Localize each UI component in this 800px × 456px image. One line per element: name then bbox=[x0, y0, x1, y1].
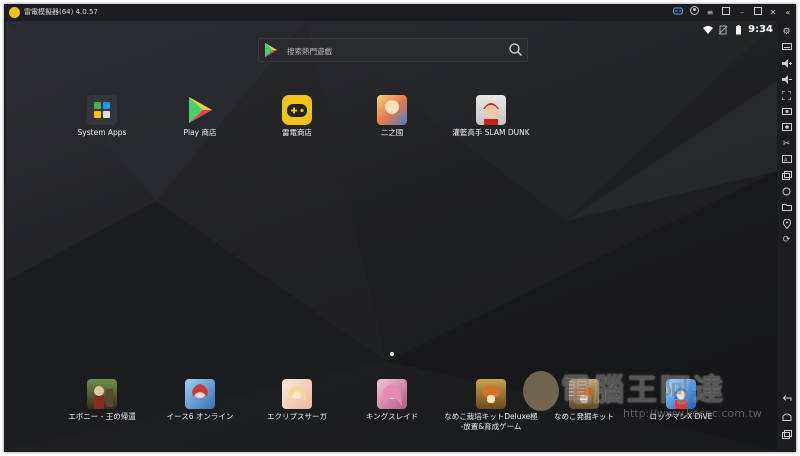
slam-dunk-icon bbox=[476, 95, 506, 125]
kings-raid-icon bbox=[377, 379, 407, 409]
emulator-window: 雷電模擬器(64) 4.0.57 ≡ – ✕ « 9:34 搜索熱門遊戲 Sys… bbox=[4, 4, 796, 452]
folder-icon[interactable] bbox=[780, 202, 793, 214]
account-icon[interactable] bbox=[688, 6, 700, 19]
app-slam-dunk[interactable]: 灌籃高手 SLAM DUNK bbox=[443, 95, 539, 138]
app-ebony[interactable]: エボニー - 王の帰還 bbox=[57, 379, 147, 422]
app-system-apps[interactable]: System Apps bbox=[57, 95, 147, 138]
menu-icon[interactable]: ≡ bbox=[704, 6, 716, 19]
mascot-face-icon bbox=[523, 371, 559, 411]
ni-no-kuni-icon bbox=[377, 95, 407, 125]
svg-text:A: A bbox=[784, 158, 788, 164]
home-icon[interactable] bbox=[780, 411, 793, 423]
recent-apps-icon[interactable] bbox=[780, 429, 793, 441]
volume-down-icon[interactable] bbox=[780, 74, 793, 86]
eclipse-saga-icon bbox=[282, 379, 312, 409]
app-ys6-online[interactable]: イース6 オンライン bbox=[155, 379, 245, 422]
close-icon[interactable]: ✕ bbox=[767, 6, 779, 19]
shake-icon[interactable] bbox=[780, 186, 793, 198]
title-bar: 雷電模擬器(64) 4.0.57 ≡ – ✕ « bbox=[4, 4, 796, 21]
search-bar[interactable] bbox=[258, 38, 528, 63]
nameko-deluxe-icon bbox=[476, 379, 506, 409]
settings-icon[interactable]: ⚙ bbox=[780, 26, 793, 38]
fullscreen-icon[interactable] bbox=[780, 90, 793, 102]
no-sim-icon bbox=[718, 25, 728, 34]
wifi-icon bbox=[703, 25, 714, 34]
maximize-icon[interactable] bbox=[752, 6, 764, 19]
battery-icon bbox=[736, 24, 742, 34]
app-label: 二之國 bbox=[380, 128, 404, 137]
site-watermark: 電腦王阿達 http://www.kocpc.com.tw bbox=[521, 359, 771, 443]
ys6-online-icon bbox=[185, 379, 215, 409]
rotate-icon[interactable]: ⟳ bbox=[780, 234, 793, 246]
screenshot-icon[interactable] bbox=[780, 106, 793, 118]
record-icon[interactable] bbox=[780, 122, 793, 134]
app-kings-raid[interactable]: キングスレイド bbox=[347, 379, 437, 422]
app-ld-store[interactable]: 雷電商店 bbox=[252, 95, 342, 138]
apk-install-icon[interactable]: A bbox=[780, 154, 793, 166]
keyboard-icon[interactable] bbox=[780, 42, 793, 54]
play-store-icon bbox=[265, 43, 277, 57]
play-store-icon bbox=[185, 95, 215, 125]
ldplayer-logo-icon bbox=[9, 7, 20, 18]
app-ni-no-kuni[interactable]: 二之國 bbox=[347, 95, 437, 138]
emulator-sidebar: ⚙ ✂ A ⟳ bbox=[777, 21, 796, 452]
app-label: キングスレイド bbox=[365, 412, 419, 421]
app-label: エボニー - 王の帰還 bbox=[68, 412, 136, 421]
watermark-url: http://www.kocpc.com.tw bbox=[623, 407, 762, 420]
search-icon[interactable] bbox=[509, 43, 522, 56]
app-label: イース6 オンライン bbox=[166, 412, 234, 421]
restore-icon[interactable] bbox=[720, 6, 732, 19]
search-input[interactable] bbox=[285, 39, 489, 63]
back-icon[interactable] bbox=[780, 393, 793, 405]
multi-instance-icon[interactable] bbox=[780, 170, 793, 182]
app-label: System Apps bbox=[77, 128, 127, 137]
android-home-screen: 9:34 搜索熱門遊戲 System Apps Play 商店 雷電商店 二之國… bbox=[6, 21, 777, 450]
app-label: 灌籃高手 SLAM DUNK bbox=[452, 128, 530, 137]
status-bar: 9:34 bbox=[703, 24, 773, 35]
gamepad-icon[interactable] bbox=[672, 6, 684, 19]
app-play-store[interactable]: Play 商店 bbox=[155, 95, 245, 138]
system-apps-folder-icon bbox=[87, 95, 117, 125]
minimize-icon[interactable]: – bbox=[736, 6, 748, 19]
app-label: 雷電商店 bbox=[282, 128, 312, 137]
volume-up-icon[interactable] bbox=[780, 58, 793, 70]
app-label: エクリプスサーガ bbox=[267, 412, 327, 421]
page-indicator bbox=[390, 352, 394, 356]
scissors-icon[interactable]: ✂ bbox=[780, 138, 793, 150]
ldstore-gamepad-icon bbox=[282, 95, 312, 125]
window-title: 雷電模擬器(64) 4.0.57 bbox=[24, 8, 98, 16]
clock: 9:34 bbox=[748, 24, 773, 35]
location-icon[interactable] bbox=[780, 218, 793, 230]
ebony-icon bbox=[87, 379, 117, 409]
app-label: Play 商店 bbox=[183, 128, 217, 137]
collapse-icon[interactable]: « bbox=[782, 6, 794, 19]
app-eclipse-saga[interactable]: エクリプスサーガ bbox=[252, 379, 342, 422]
watermark-text: 電腦王阿達 bbox=[561, 373, 726, 408]
